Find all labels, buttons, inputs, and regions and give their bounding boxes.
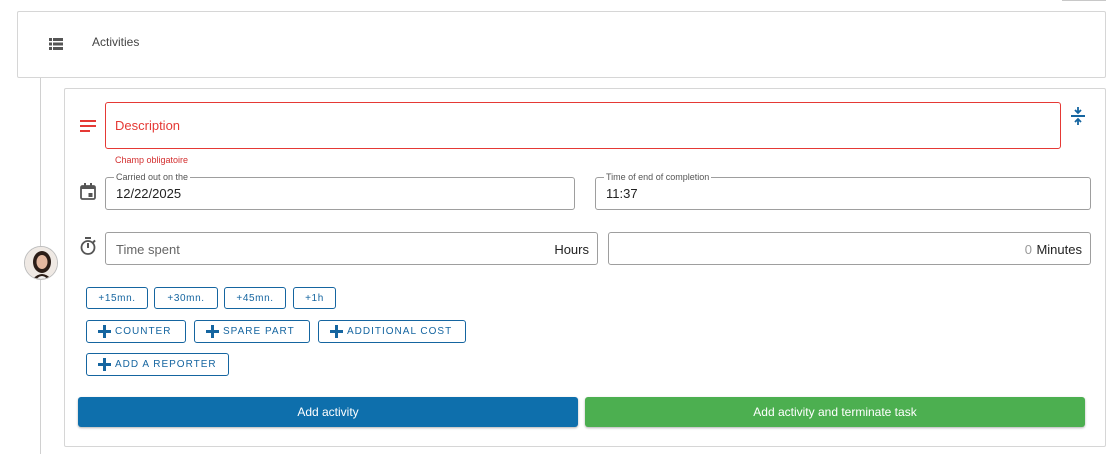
add-activity-button[interactable]: Add activity [78,397,578,427]
carried-out-label: Carried out on the [114,172,191,183]
end-time-value: 11:37 [606,186,638,201]
hours-unit: Hours [554,242,589,257]
add-spare-part-button[interactable]: SPARE PART [194,320,310,343]
add-1h-button[interactable]: +1h [293,287,336,309]
add-reporter-label: ADD A REPORTER [115,359,217,370]
list-icon [49,37,63,55]
carried-out-date-field[interactable]: Carried out on the 12/22/2025 [105,172,575,210]
description-field[interactable] [105,102,1061,149]
minutes-unit: Minutes [1036,242,1082,257]
carried-out-value: 12/22/2025 [116,186,182,201]
activities-header[interactable]: Activities [17,11,1106,78]
add-30min-button[interactable]: +30mn. [154,287,218,309]
add-activity-terminate-button[interactable]: Add activity and terminate task [585,397,1085,427]
minutes-value: 0 [1024,242,1032,257]
add-reporter-button[interactable]: ADD A REPORTER [86,353,229,376]
avatar [24,246,58,280]
add-additional-cost-button[interactable]: ADDITIONAL COST [318,320,466,343]
end-time-field[interactable]: Time of end of completion 11:37 [595,172,1091,210]
plus-icon [98,358,111,371]
plus-icon [98,325,111,338]
add-additional-cost-label: ADDITIONAL COST [347,326,453,337]
add-spare-part-label: SPARE PART [223,326,295,337]
add-counter-button[interactable]: COUNTER [86,320,186,343]
add-15min-button[interactable]: +15mn. [86,287,148,309]
minutes-field[interactable]: 0 Minutes [608,232,1091,265]
description-error: Champ obligatoire [115,155,189,165]
timer-icon [80,237,96,260]
top-divider [1062,0,1106,1]
add-45min-button[interactable]: +45mn. [224,287,286,309]
plus-icon [206,325,219,338]
description-input[interactable] [115,115,1015,135]
add-counter-label: COUNTER [115,326,172,337]
notes-icon [80,119,96,137]
time-spent-placeholder: Time spent [116,242,180,257]
hours-field[interactable]: Time spent Hours [105,232,598,265]
plus-icon [330,325,343,338]
collapse-vertical-icon[interactable] [1071,107,1085,130]
calendar-icon [80,183,96,205]
section-title: Activities [92,35,140,49]
end-time-label: Time of end of completion [604,172,712,183]
